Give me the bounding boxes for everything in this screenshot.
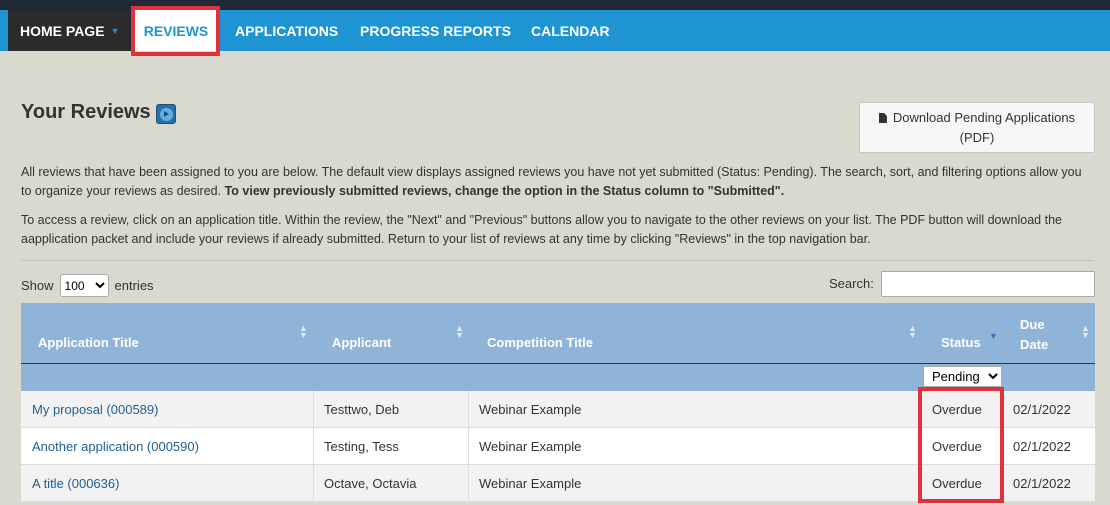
nav-home-page[interactable]: HOME PAGE ▼: [8, 10, 131, 51]
status-highlight-box: [918, 387, 1004, 503]
entries-label: entries: [114, 278, 154, 293]
due-date-cell: 02/1/2022: [1013, 439, 1071, 454]
nav-progress-reports[interactable]: PROGRESS REPORTS: [360, 10, 511, 51]
competition-cell: Webinar Example: [479, 402, 582, 417]
sort-icon[interactable]: ▲ ▼: [908, 324, 917, 340]
due-date-line2: Date: [1020, 337, 1049, 352]
nav-calendar[interactable]: CALENDAR: [531, 10, 610, 51]
nav-home-label: HOME PAGE: [20, 22, 105, 39]
nav-applications[interactable]: APPLICATIONS: [235, 10, 338, 51]
due-date-line1: Due: [1020, 317, 1045, 332]
applicant-cell: Testing, Tess: [324, 439, 399, 454]
entries-control: Show 100 entries: [21, 274, 154, 297]
search-label: Search:: [829, 276, 874, 291]
intro-bold-text: To view previously submitted reviews, ch…: [224, 184, 785, 198]
search-input[interactable]: [881, 271, 1095, 297]
pdf-button-label-line1: Download Pending Applications: [892, 110, 1076, 125]
intro-paragraph: All reviews that have been assigned to y…: [21, 163, 1091, 201]
application-title-link[interactable]: Another application (000590): [32, 439, 199, 454]
video-play-icon[interactable]: [156, 104, 176, 124]
due-date-cell: 02/1/2022: [1013, 402, 1071, 417]
sort-icon[interactable]: ▲ ▼: [299, 324, 308, 340]
document-icon: [878, 113, 887, 123]
page-title: Your Reviews: [21, 101, 151, 123]
download-pdf-button[interactable]: Download Pending Applications (PDF): [859, 102, 1095, 153]
sort-icon[interactable]: ▲ ▼: [455, 324, 464, 340]
entries-select[interactable]: 100: [59, 274, 109, 297]
application-title-link[interactable]: My proposal (000589): [32, 402, 158, 417]
divider: [21, 260, 1094, 261]
col-status[interactable]: Status: [941, 335, 981, 350]
show-label: Show: [21, 278, 54, 293]
status-filter-select[interactable]: Pending: [923, 366, 1002, 387]
col-due-date[interactable]: Due Date: [1020, 315, 1048, 355]
sort-desc-icon[interactable]: ▼: [989, 332, 998, 341]
col-competition-title[interactable]: Competition Title: [487, 335, 593, 350]
applicant-cell: Testtwo, Deb: [324, 402, 400, 417]
competition-cell: Webinar Example: [479, 476, 582, 491]
caret-down-icon: ▼: [110, 25, 120, 36]
reviews-highlight-box: [131, 6, 220, 56]
col-applicant[interactable]: Applicant: [332, 335, 391, 350]
due-date-cell: 02/1/2022: [1013, 476, 1071, 491]
sort-icon[interactable]: ▲ ▼: [1081, 324, 1090, 340]
instructions-paragraph: To access a review, click on an applicat…: [21, 213, 1062, 246]
col-application-title[interactable]: Application Title: [38, 335, 139, 350]
applicant-cell: Octave, Octavia: [324, 476, 417, 491]
header-divider: [21, 363, 1095, 364]
competition-cell: Webinar Example: [479, 439, 582, 454]
pdf-button-label-line2: (PDF): [959, 130, 995, 145]
application-title-link[interactable]: A title (000636): [32, 476, 119, 491]
